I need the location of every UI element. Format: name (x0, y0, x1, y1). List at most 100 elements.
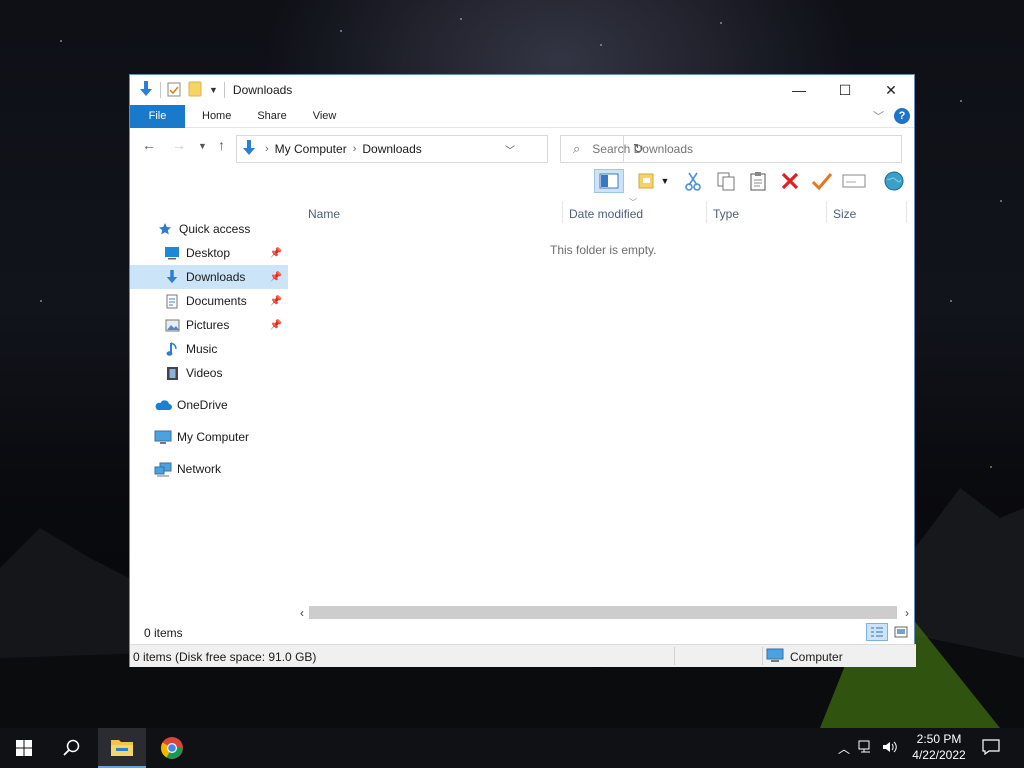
sidebar-item-pictures[interactable]: Pictures 📌 (130, 313, 288, 337)
column-divider[interactable] (906, 201, 907, 223)
new-folder-icon[interactable] (187, 81, 203, 100)
sidebar-item-label: OneDrive (177, 398, 228, 412)
show-hidden-icons-chevron-icon[interactable]: ︿ (838, 740, 850, 757)
network-globe-button[interactable] (881, 169, 907, 193)
preview-pane-button[interactable] (594, 169, 624, 193)
address-bar[interactable]: › My Computer › Downloads ﹀ ↻ (236, 135, 644, 163)
delete-x-icon (781, 172, 799, 190)
search-button[interactable] (48, 728, 96, 768)
sidebar-item-label: Documents (186, 294, 247, 308)
new-item-dropdown[interactable]: ▼ (658, 169, 672, 193)
sidebar-item-my-computer[interactable]: My Computer (130, 425, 288, 449)
search-input[interactable] (592, 142, 873, 156)
status-bar: 0 items (Disk free space: 91.0 GB) Compu… (130, 644, 916, 667)
column-divider[interactable] (562, 201, 563, 223)
scrollbar-thumb[interactable] (309, 606, 897, 619)
command-toolbar: ▼ (130, 166, 914, 196)
sidebar-item-onedrive[interactable]: OneDrive (130, 393, 288, 417)
breadcrumb-chevron-icon: › (352, 143, 357, 155)
back-arrow-icon[interactable]: ← (142, 137, 156, 153)
sidebar-item-label: Pictures (186, 318, 230, 332)
details-view-button[interactable] (866, 623, 888, 641)
search-box[interactable]: ⌕ (560, 135, 902, 163)
tab-share[interactable]: Share (244, 105, 299, 128)
network-icon (154, 461, 172, 477)
navigation-bar: ← → ▼ ↑ › My Computer › Downloads ﹀ ↻ ⌕ (130, 128, 914, 166)
volume-icon[interactable] (882, 740, 898, 757)
sidebar-item-downloads[interactable]: Downloads 📌 (130, 265, 288, 289)
sidebar-item-desktop[interactable]: Desktop 📌 (130, 241, 288, 265)
title-bar[interactable]: ▼ Downloads — ☐ ✕ (130, 75, 914, 105)
help-icon[interactable]: ? (894, 108, 910, 124)
system-clock[interactable]: 2:50 PM 4/22/2022 (908, 731, 970, 763)
address-dropdown-icon[interactable]: ﹀ (505, 142, 515, 157)
taskbar-chrome[interactable] (148, 728, 196, 768)
copy-icon (717, 172, 735, 191)
computer-icon (154, 429, 172, 445)
cut-button[interactable] (680, 169, 706, 193)
clipboard-icon (750, 172, 766, 191)
close-button[interactable]: ✕ (868, 75, 914, 105)
download-arrow-icon (138, 80, 154, 101)
delete-button[interactable] (777, 169, 803, 193)
file-list-pane[interactable]: ﹀ Name Date modified Type Size This fold… (296, 198, 916, 620)
tab-home[interactable]: Home (185, 105, 244, 128)
computer-icon (766, 648, 784, 666)
tab-view[interactable]: View (300, 105, 350, 128)
recent-locations-chevron-icon[interactable]: ▼ (198, 141, 207, 151)
column-divider[interactable] (826, 201, 827, 223)
column-header-date-modified[interactable]: Date modified (569, 207, 643, 221)
clock-time: 2:50 PM (916, 732, 962, 746)
up-arrow-icon[interactable]: ↑ (218, 137, 225, 153)
column-header-size[interactable]: Size (833, 207, 856, 221)
breadcrumb-my-computer[interactable]: My Computer (275, 142, 347, 156)
checkmark-icon (811, 173, 833, 191)
network-status-icon[interactable] (858, 740, 874, 757)
customize-dropdown-icon[interactable]: ▼ (209, 85, 218, 95)
separator (223, 82, 225, 98)
pin-icon[interactable]: 📌 (270, 320, 282, 331)
preview-pane-icon (599, 173, 619, 189)
column-header-name[interactable]: Name (308, 207, 340, 221)
quick-access-toolbar: ▼ (130, 80, 225, 101)
properties-icon[interactable] (167, 81, 181, 100)
taskbar-file-explorer[interactable] (98, 728, 146, 768)
properties-button[interactable] (841, 169, 867, 193)
column-header-type[interactable]: Type (713, 207, 739, 221)
scroll-left-icon[interactable]: ‹ (296, 604, 308, 621)
rename-button[interactable] (809, 169, 835, 193)
sidebar-item-quick-access[interactable]: Quick access (130, 217, 288, 241)
pin-icon[interactable]: 📌 (270, 296, 282, 307)
minimize-icon: — (792, 82, 806, 98)
new-item-icon (638, 173, 654, 189)
download-arrow-icon (241, 139, 257, 160)
action-center-button[interactable] (982, 738, 1000, 758)
sidebar-item-label: Network (177, 462, 222, 476)
pin-icon[interactable]: 📌 (270, 248, 282, 259)
large-icons-view-button[interactable] (890, 623, 912, 641)
status-divider (762, 647, 763, 665)
sidebar-item-music[interactable]: Music (130, 337, 288, 361)
scissors-icon (685, 172, 701, 191)
forward-arrow-icon[interactable]: → (172, 137, 186, 153)
expand-ribbon-icon[interactable]: ﹀ (873, 108, 884, 124)
column-divider[interactable] (706, 201, 707, 223)
breadcrumb-downloads[interactable]: Downloads (362, 142, 421, 156)
maximize-button[interactable]: ☐ (822, 75, 868, 105)
sidebar-item-documents[interactable]: Documents 📌 (130, 289, 288, 313)
pin-icon[interactable]: 📌 (270, 272, 282, 283)
tab-file[interactable]: File (130, 104, 185, 128)
sidebar-item-network[interactable]: Network (130, 457, 288, 481)
start-button[interactable] (0, 728, 48, 768)
new-item-button[interactable] (634, 169, 660, 193)
sidebar-item-label: Desktop (186, 246, 231, 260)
sidebar-item-label: Music (186, 342, 218, 356)
paste-button[interactable] (745, 169, 771, 193)
sidebar-item-videos[interactable]: Videos (130, 361, 288, 385)
sidebar-item-label: Videos (186, 366, 223, 380)
scroll-right-icon[interactable]: › (901, 604, 913, 621)
minimize-button[interactable]: — (776, 75, 822, 105)
horizontal-scrollbar[interactable]: ‹ › (296, 604, 916, 621)
properties-icon (842, 174, 866, 188)
copy-button[interactable] (713, 169, 739, 193)
